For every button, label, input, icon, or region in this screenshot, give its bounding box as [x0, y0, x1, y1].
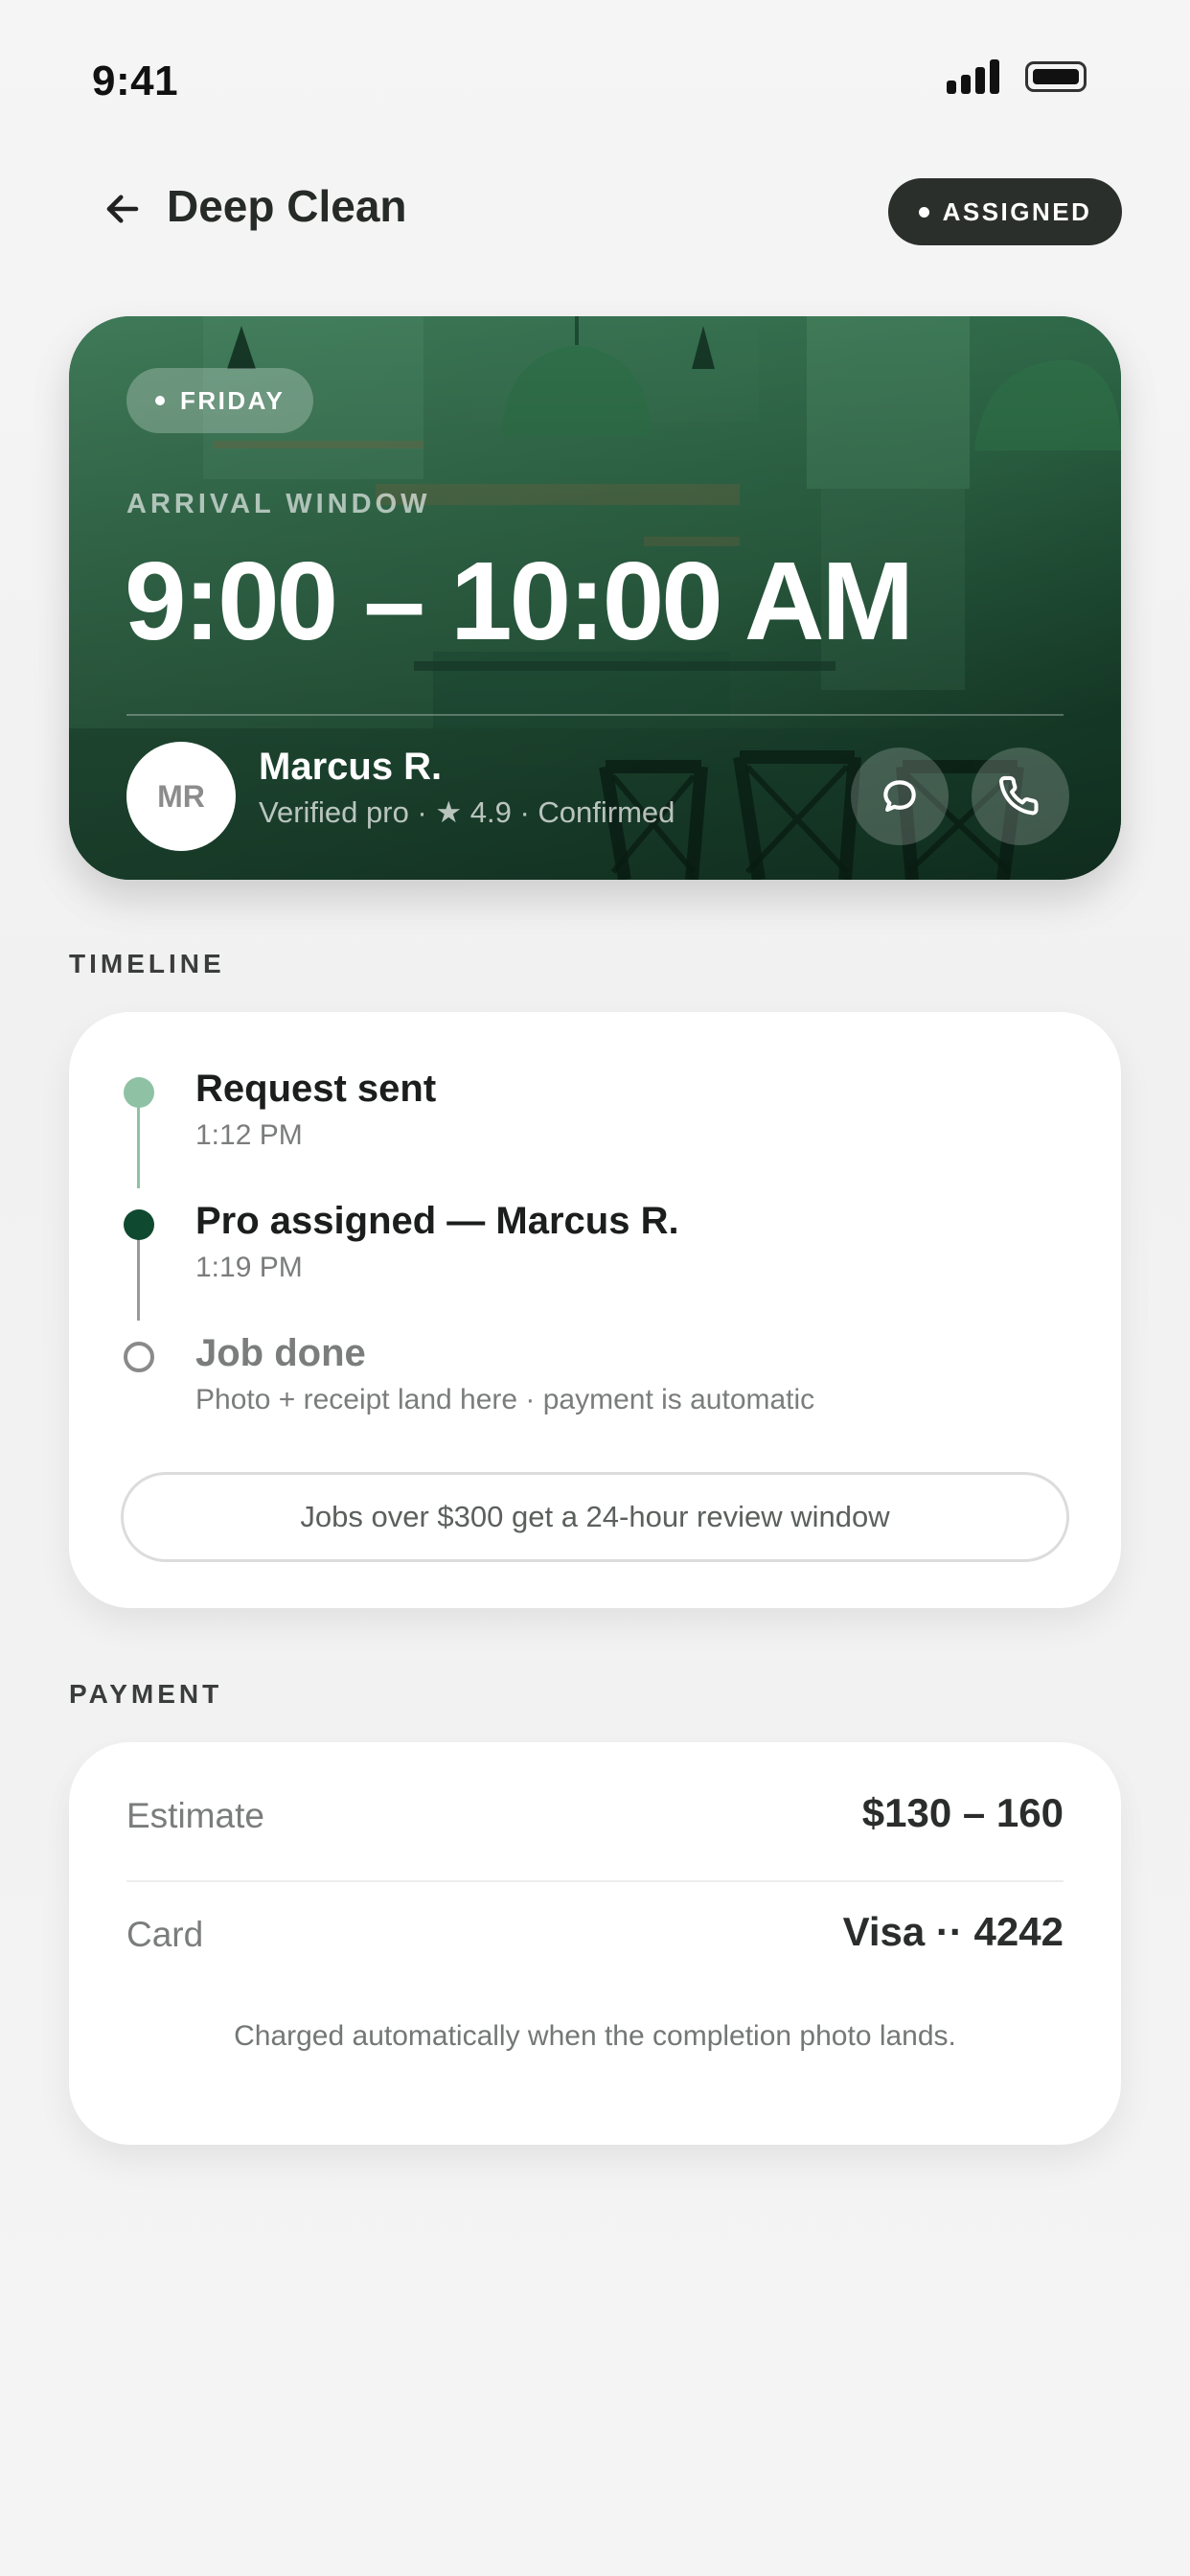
- day-dot-icon: [155, 396, 165, 405]
- payment-note: Charged automatically when the completio…: [234, 2020, 956, 2052]
- day-pill: FRIDAY: [126, 368, 314, 433]
- chat-bubble-icon: [883, 780, 916, 813]
- day-label: FRIDAY: [180, 385, 286, 415]
- payment-divider: [126, 1880, 1064, 1882]
- hero-divider: [126, 714, 1064, 716]
- status-badge: ASSIGNED: [888, 178, 1122, 245]
- status-time: 9:41: [92, 58, 179, 104]
- status-badge-label: ASSIGNED: [942, 196, 1092, 226]
- battery-icon: [1025, 61, 1087, 92]
- payment-section-label: PAYMENT: [69, 1679, 223, 1709]
- avatar[interactable]: MR: [126, 742, 236, 851]
- back-button[interactable]: [92, 178, 153, 240]
- payment-card: Estimate $130 – 160 Card Visa ·· 4242 Ch…: [69, 1742, 1121, 2145]
- timeline-section-label: TIMELINE: [69, 949, 225, 978]
- review-window-note: Jobs over $300 get a 24-hour review wind…: [121, 1472, 1069, 1562]
- phone-icon: [999, 775, 1039, 816]
- timeline-step-subtitle: 1:19 PM: [195, 1252, 303, 1283]
- estimate-value: $130 – 160: [861, 1790, 1064, 1835]
- timeline-card: Request sent 1:12 PM Pro assigned — Marc…: [69, 1012, 1121, 1608]
- cellular-signal-icon: [947, 59, 1000, 94]
- card-label: Card: [126, 1915, 204, 1954]
- timeline-step-title: Job done: [195, 1332, 366, 1374]
- step-done-icon: [124, 1077, 154, 1108]
- timeline-step-subtitle: 1:12 PM: [195, 1119, 303, 1151]
- step-current-icon: [124, 1209, 154, 1240]
- pro-name: Marcus R.: [259, 746, 443, 788]
- arrival-window-time: 9:00 – 10:00 AM: [125, 539, 914, 663]
- job-detail-screen: 9:41 Deep Clean ASSIGNED FRIDAY ARRIVAL …: [0, 0, 1190, 2576]
- step-pending-icon: [124, 1342, 154, 1372]
- arrival-card: FRIDAY ARRIVAL WINDOW 9:00 – 10:00 AM MR…: [69, 316, 1121, 880]
- arrow-left-icon: [106, 195, 139, 223]
- estimate-label: Estimate: [126, 1796, 264, 1835]
- message-button[interactable]: [851, 748, 949, 845]
- pro-meta: Verified pro · ★ 4.9 · Confirmed: [259, 795, 675, 829]
- timeline-step-title: Request sent: [195, 1068, 437, 1110]
- timeline-step-subtitle: Photo + receipt land here · payment is a…: [195, 1384, 815, 1415]
- card-value[interactable]: Visa ·· 4242: [843, 1909, 1064, 1955]
- status-dot-icon: [918, 206, 929, 218]
- page-title: Deep Clean: [167, 181, 407, 231]
- arrival-window-label: ARRIVAL WINDOW: [126, 489, 431, 519]
- timeline-step-title: Pro assigned — Marcus R.: [195, 1200, 679, 1242]
- call-button[interactable]: [972, 748, 1069, 845]
